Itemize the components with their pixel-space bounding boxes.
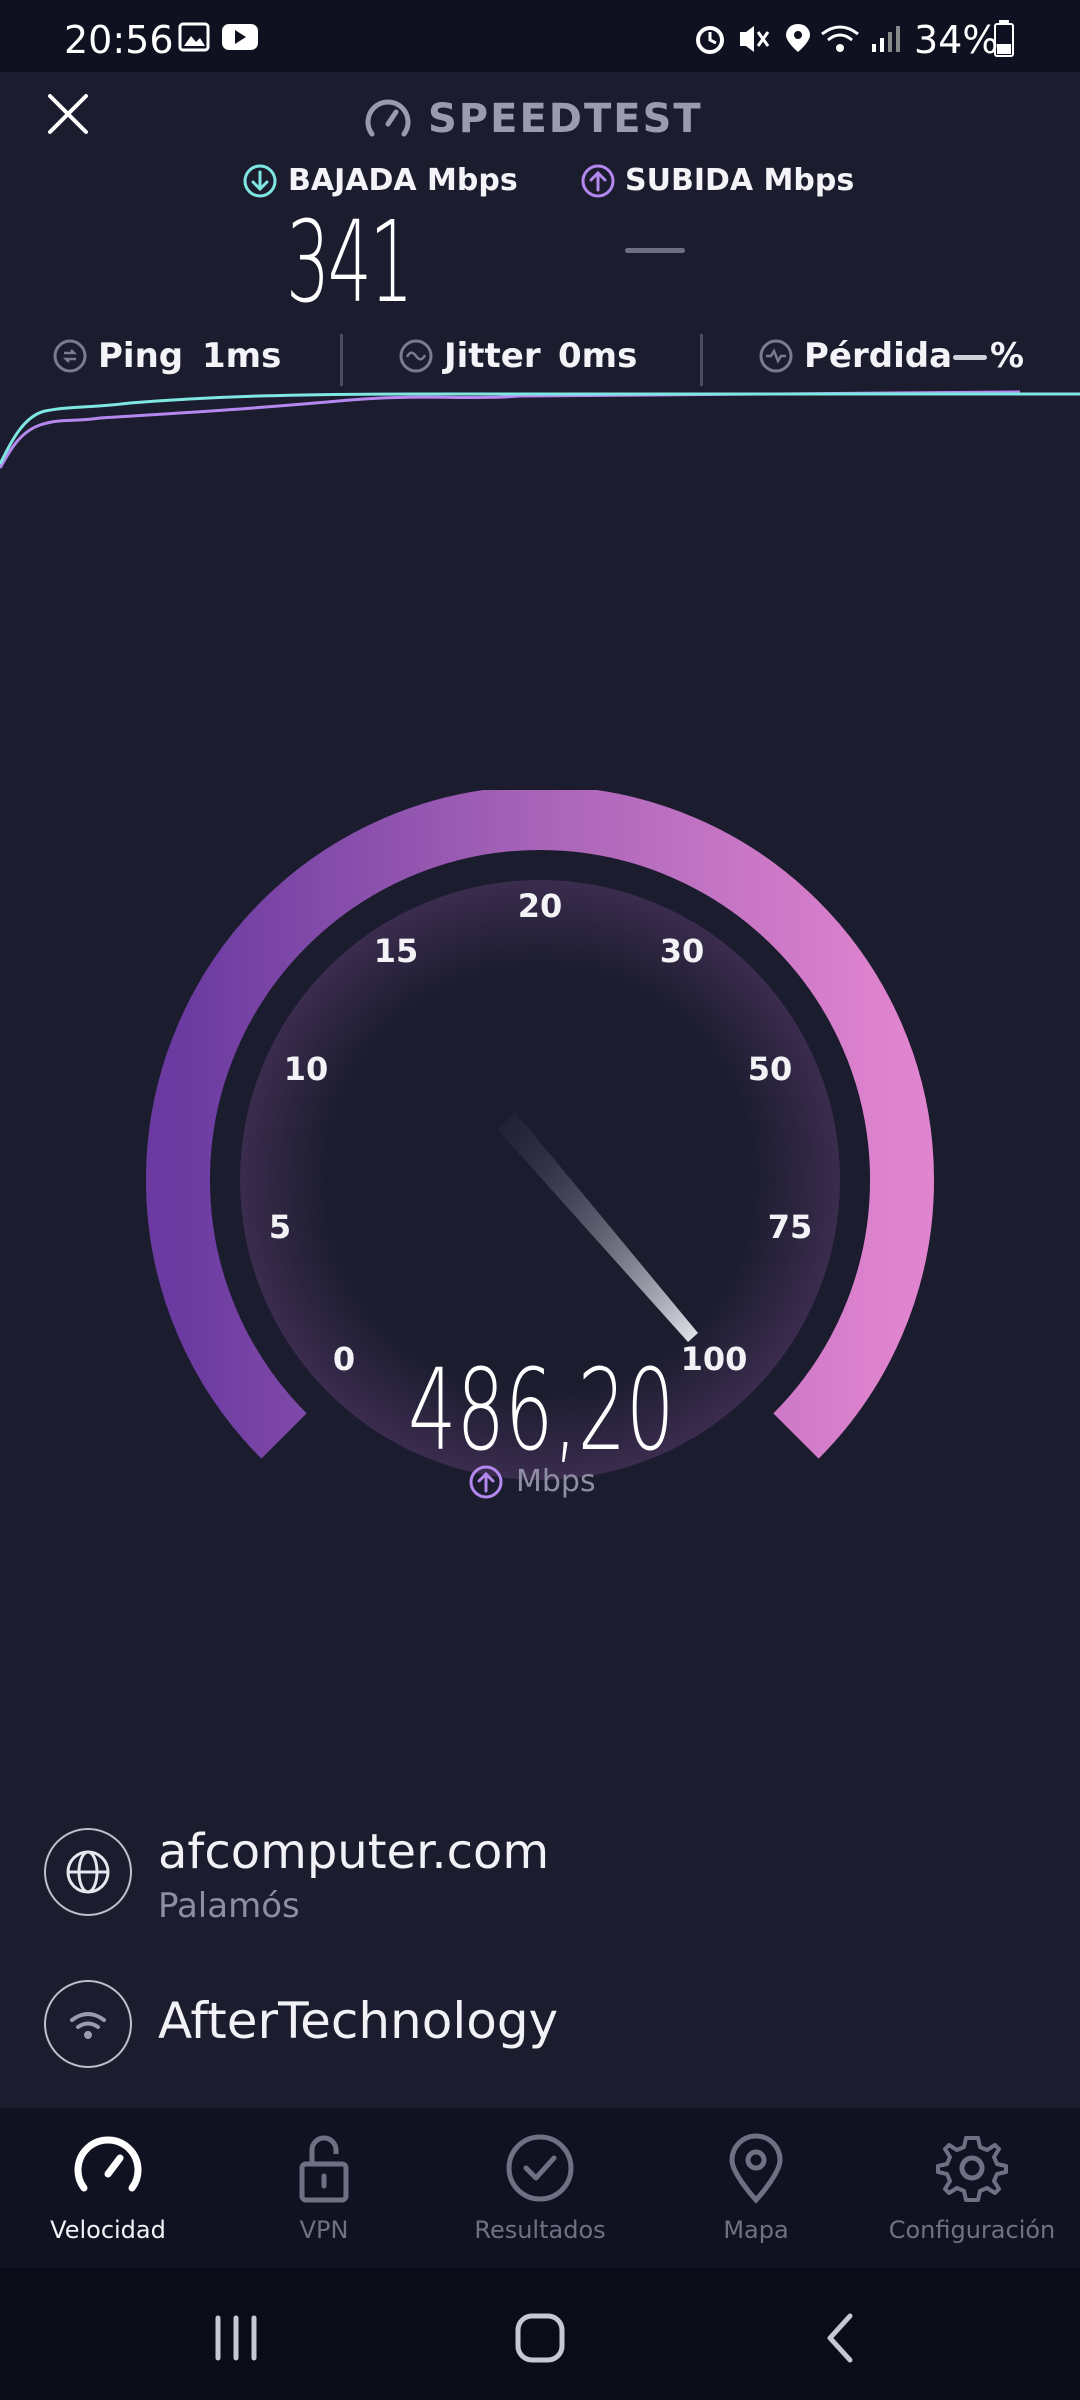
speedometer-icon xyxy=(74,2136,142,2192)
nav-label: Configuración xyxy=(888,2216,1056,2244)
jitter-icon xyxy=(399,339,433,373)
globe-icon xyxy=(44,1828,132,1916)
wifi-icon xyxy=(44,1980,132,2068)
current-speed-value: 486,20 xyxy=(408,1346,675,1476)
status-time: 20:56 xyxy=(64,18,174,62)
gauge-tick: 15 xyxy=(374,932,419,970)
gauge-tick: 30 xyxy=(660,932,705,970)
download-line xyxy=(0,391,1080,465)
provider-info: AfterTechnology xyxy=(44,1980,1044,2070)
provider-name: AfterTechnology xyxy=(158,1992,559,2050)
nav-label: Resultados xyxy=(474,2216,606,2244)
system-status-icons xyxy=(696,24,900,54)
upload-label: SUBIDA Mbps xyxy=(625,163,855,198)
speed-unit: Mbps xyxy=(516,1464,596,1499)
nav-item-mapa[interactable]: Mapa xyxy=(648,2108,864,2268)
app-title: SPEEDTEST xyxy=(428,96,703,142)
map-pin-icon xyxy=(729,2133,783,2204)
header: SPEEDTEST xyxy=(0,88,1080,148)
server-name[interactable]: afcomputer.com xyxy=(158,1824,549,1880)
loss-value-placeholder xyxy=(953,355,987,360)
recent-apps-icon[interactable] xyxy=(206,2308,266,2368)
gauge-tick: 75 xyxy=(768,1208,813,1246)
upload-icon xyxy=(469,1465,503,1499)
back-icon[interactable] xyxy=(812,2308,872,2368)
download-value: 341 xyxy=(286,198,414,328)
nav-item-configuracion[interactable]: Configuración xyxy=(864,2108,1080,2268)
upload-icon xyxy=(581,164,615,198)
gauge-tick: 5 xyxy=(269,1208,291,1246)
upload-value-placeholder xyxy=(625,248,685,253)
gauge-tick: 10 xyxy=(284,1050,329,1088)
server-selector[interactable]: afcomputer.com Palamós xyxy=(44,1824,1044,1926)
home-icon[interactable] xyxy=(510,2308,570,2368)
status-bar: 20:56 34% xyxy=(0,0,1080,72)
gauge-tick: 20 xyxy=(518,887,563,925)
gauge-tick: 0 xyxy=(333,1340,355,1378)
nav-item-velocidad[interactable]: Velocidad xyxy=(0,2108,216,2268)
gauge-tick: 50 xyxy=(748,1050,793,1088)
nav-item-resultados[interactable]: Resultados xyxy=(432,2108,648,2268)
nav-label: Mapa xyxy=(723,2216,789,2244)
lock-icon xyxy=(299,2135,349,2203)
nav-item-vpn[interactable]: VPN xyxy=(216,2108,432,2268)
packet-loss-icon xyxy=(759,339,793,373)
nav-label: VPN xyxy=(299,2216,349,2244)
bottom-navigation: Velocidad VPN Resultados Mapa Configurac… xyxy=(0,2108,1080,2268)
download-label: BAJADA Mbps xyxy=(288,163,518,198)
system-navigation-bar xyxy=(0,2268,1080,2400)
battery-percent: 34% xyxy=(914,18,999,62)
nav-label: Velocidad xyxy=(50,2216,166,2244)
upload-line xyxy=(0,390,1021,469)
notification-icons xyxy=(178,22,258,52)
speed-graph xyxy=(0,390,1080,469)
server-location: Palamós xyxy=(158,1886,300,1926)
battery-icon xyxy=(994,20,1014,57)
check-circle-icon xyxy=(506,2134,574,2202)
speedometer-icon xyxy=(365,99,411,137)
gauge-tick: 100 xyxy=(681,1340,748,1378)
ping-icon xyxy=(53,339,87,373)
gear-icon xyxy=(936,2136,1008,2202)
download-icon xyxy=(243,164,277,198)
